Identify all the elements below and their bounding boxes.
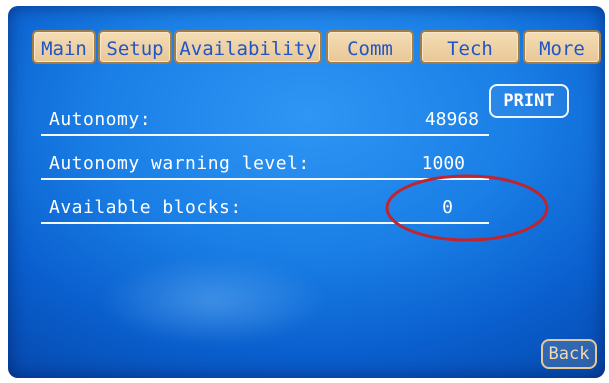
tab-comm[interactable]: Comm	[326, 30, 414, 64]
tab-main[interactable]: Main	[32, 30, 96, 64]
autonomy-warning-label: Autonomy warning level:	[49, 153, 310, 174]
tab-bar: Main Setup Availability Comm Tech More	[8, 30, 605, 68]
available-blocks-label: Available blocks:	[49, 197, 242, 218]
autonomy-row: Autonomy: 48968	[41, 102, 489, 136]
tab-more[interactable]: More	[523, 30, 601, 64]
print-button[interactable]: PRINT	[489, 84, 569, 118]
back-button[interactable]: Back	[541, 339, 597, 369]
autonomy-label: Autonomy:	[49, 109, 152, 130]
red-circle-annotation	[385, 174, 549, 242]
autonomy-underline	[41, 134, 489, 136]
tab-availability[interactable]: Availability	[174, 30, 322, 64]
screen-glare	[98, 256, 328, 346]
touch-screen: Main Setup Availability Comm Tech More A…	[8, 6, 605, 378]
autonomy-warning-value: 1000	[421, 153, 465, 174]
autonomy-value: 48968	[424, 109, 479, 130]
tab-tech[interactable]: Tech	[420, 30, 520, 64]
tab-setup[interactable]: Setup	[98, 30, 172, 64]
